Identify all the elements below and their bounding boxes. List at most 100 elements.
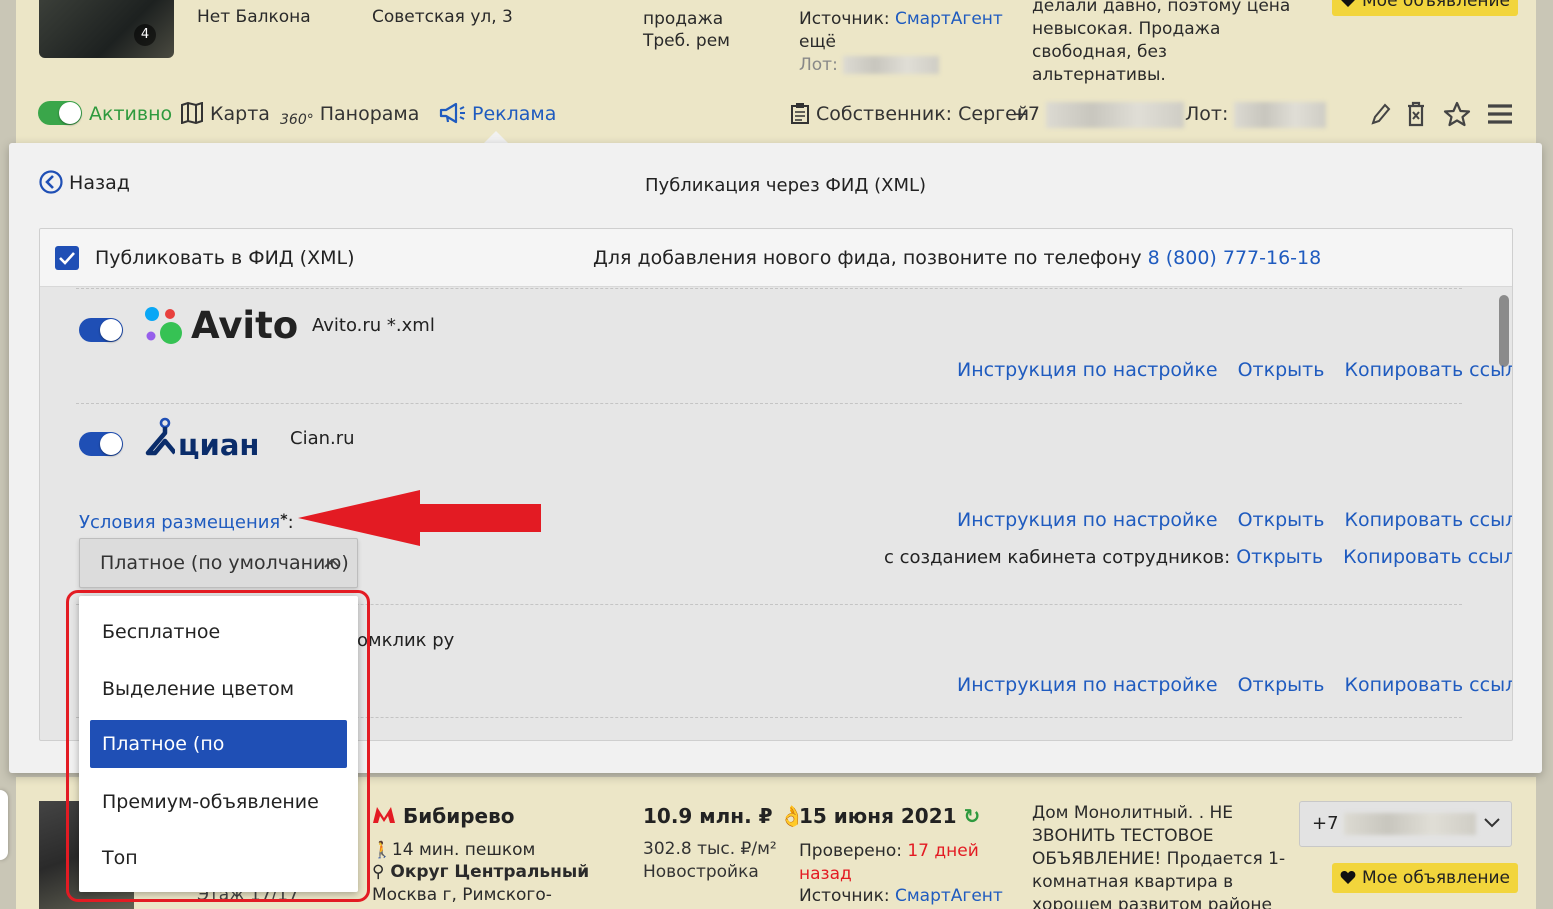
source-row-2: Источник: СмартАгент bbox=[799, 885, 1003, 908]
cian-logo-icon bbox=[145, 417, 175, 456]
cian-open-link[interactable]: Открыть bbox=[1238, 509, 1325, 531]
employee-cabinet-row: с созданием кабинета сотрудников: Открыт… bbox=[884, 544, 1512, 571]
walk-time: 🚶14 мин. пешком bbox=[372, 838, 535, 862]
active-toggle[interactable] bbox=[38, 101, 82, 125]
divider bbox=[76, 288, 1462, 289]
sale-type-text: продажа bbox=[643, 9, 724, 29]
publish-checkbox[interactable] bbox=[55, 246, 79, 270]
price: 10.9 млн. ₽ 👌 bbox=[643, 803, 804, 829]
panel-title: Публикация через ФИД (XML) bbox=[645, 175, 927, 196]
divider bbox=[76, 403, 1462, 404]
cian-copy-link[interactable]: Копировать ссылку bbox=[1344, 509, 1512, 531]
avito-logo-icon bbox=[145, 307, 182, 344]
trash-icon[interactable] bbox=[1405, 101, 1427, 127]
price-per-m2: 302.8 тыс. ₽/м² bbox=[643, 839, 777, 859]
checked-value-2: назад bbox=[799, 864, 852, 884]
source-link[interactable]: СмартАгент bbox=[895, 9, 1003, 29]
domclick-feed-name: омклик ру bbox=[357, 630, 455, 651]
employee-cabinet-label: с созданием кабинета сотрудников: bbox=[884, 547, 1231, 568]
description-line: ОБЪЯВЛЕНИЕ! Продается 1- bbox=[1032, 849, 1286, 869]
my-ad-badge-2[interactable]: Мое объявление bbox=[1332, 863, 1519, 893]
lot-blurred bbox=[1234, 101, 1327, 128]
pencil-icon[interactable] bbox=[1369, 101, 1391, 127]
avito-feed-name: Avito.ru *.xml bbox=[312, 315, 435, 336]
map-icon bbox=[181, 102, 203, 124]
toggle-knob bbox=[100, 319, 122, 341]
checked-row: Проверено: 17 дней bbox=[799, 840, 979, 863]
map-button[interactable]: Карта bbox=[180, 101, 270, 127]
source-row: Источник: СмартАгент bbox=[799, 8, 1003, 31]
district: ⚲ Округ Центральный bbox=[372, 861, 589, 884]
avito-open-link[interactable]: Открыть bbox=[1238, 359, 1325, 381]
balcony-text: Нет Балкона bbox=[197, 7, 311, 27]
back-button[interactable]: Назад bbox=[39, 170, 130, 196]
checkmark-icon bbox=[59, 252, 75, 265]
cian-logo-text: циан bbox=[178, 428, 260, 462]
description-line: делали давно, поэтому цена bbox=[1032, 0, 1291, 16]
toggle-knob bbox=[59, 102, 81, 124]
refresh-icon[interactable]: ↻ bbox=[964, 804, 981, 828]
lot-info: Лот: bbox=[1185, 101, 1327, 128]
cian-instruction-link[interactable]: Инструкция по настройке bbox=[957, 509, 1218, 531]
employee-copy-link[interactable]: Копировать ссылку bbox=[1343, 546, 1512, 568]
district-label: Округ Центральный bbox=[390, 862, 590, 882]
city: Москва г, Римского- bbox=[372, 885, 552, 905]
date-value: 15 июня 2021 bbox=[799, 804, 957, 828]
avito-instruction-link[interactable]: Инструкция по настройке bbox=[957, 359, 1218, 381]
side-scroll-button[interactable] bbox=[0, 790, 8, 860]
lot-row: Лот: bbox=[799, 54, 940, 77]
my-ad-label: Мое объявление bbox=[1362, 868, 1511, 888]
listing-photo[interactable]: 4 bbox=[39, 0, 174, 58]
my-ad-badge[interactable]: Мое объявление bbox=[1332, 0, 1519, 16]
cian-toggle[interactable] bbox=[79, 432, 123, 456]
source-link[interactable]: СмартАгент bbox=[895, 886, 1003, 906]
building-type: Новостройка bbox=[643, 862, 759, 882]
owner-phone[interactable]: +7 bbox=[1012, 101, 1185, 128]
listing-description: делали давно, поэтому цена невысокая. Пр… bbox=[1032, 0, 1312, 87]
lot-label: Лот: bbox=[1185, 103, 1229, 125]
conditions-link[interactable]: Условия размещения bbox=[79, 512, 280, 533]
red-highlight-frame bbox=[66, 590, 370, 902]
address-text: Советская ул, 3 bbox=[372, 7, 513, 27]
hint-phone-link[interactable]: 8 (800) 777-16-18 bbox=[1148, 247, 1322, 269]
panorama-button[interactable]: 360° Панорама bbox=[280, 101, 419, 133]
employee-open-link[interactable]: Открыть bbox=[1236, 546, 1323, 568]
description-line: комнатная квартира в bbox=[1032, 872, 1234, 892]
domclick-open-link[interactable]: Открыть bbox=[1238, 674, 1325, 696]
avito-toggle[interactable] bbox=[79, 318, 123, 342]
description-line: хорошем развитом районе bbox=[1032, 895, 1272, 909]
avito-copy-link[interactable]: Копировать ссылку bbox=[1344, 359, 1512, 381]
conditions-colon: : bbox=[287, 512, 294, 533]
domclick-links: Инструкция по настройке Открыть Копирова… bbox=[957, 672, 1512, 698]
heart-icon bbox=[1340, 871, 1356, 884]
conditions-label: Условия размещения*: bbox=[79, 507, 294, 536]
domclick-instruction-link[interactable]: Инструкция по настройке bbox=[957, 674, 1218, 696]
advertising-tab[interactable]: Реклама bbox=[438, 101, 556, 127]
walk-icon: 🚶 bbox=[372, 840, 392, 859]
owner-label: Собственник: Сергей bbox=[816, 103, 1030, 125]
price-value: 10.9 млн. ₽ bbox=[643, 804, 773, 828]
advertising-label: Реклама bbox=[472, 103, 557, 125]
star-icon[interactable] bbox=[1443, 101, 1471, 127]
photo-count-badge: 4 bbox=[134, 24, 156, 46]
source-label: Источник: bbox=[799, 886, 890, 906]
active-label[interactable]: Активно bbox=[89, 101, 172, 127]
phone-prefix: +7 bbox=[1312, 813, 1339, 834]
owner-info: Собственник: Сергей bbox=[790, 101, 1029, 127]
cian-links: Инструкция по настройке Открыть Копирова… bbox=[957, 507, 1512, 533]
source-label: Источник: bbox=[799, 9, 890, 29]
placement-conditions-select[interactable]: Платное (по умолчанию) bbox=[79, 538, 358, 588]
back-label: Назад bbox=[69, 172, 130, 194]
phone-blurred bbox=[1046, 101, 1185, 128]
more-link[interactable]: ещё bbox=[799, 31, 836, 54]
avito-links: Инструкция по настройке Открыть Копирова… bbox=[957, 357, 1512, 383]
feed-hint-text: Для добавления нового фида, позвоните по… bbox=[593, 247, 1142, 269]
panorama-label: Панорама bbox=[319, 103, 420, 125]
phone-select[interactable]: +7 bbox=[1299, 801, 1512, 847]
domclick-copy-link[interactable]: Копировать ссылку bbox=[1344, 674, 1512, 696]
menu-icon[interactable] bbox=[1487, 103, 1513, 125]
repair-text: Треб. рем bbox=[643, 31, 731, 51]
publish-label[interactable]: Публиковать в ФИД (XML) bbox=[95, 245, 355, 271]
lot-value-blurred bbox=[843, 56, 940, 74]
phone-blurred bbox=[1344, 813, 1477, 835]
